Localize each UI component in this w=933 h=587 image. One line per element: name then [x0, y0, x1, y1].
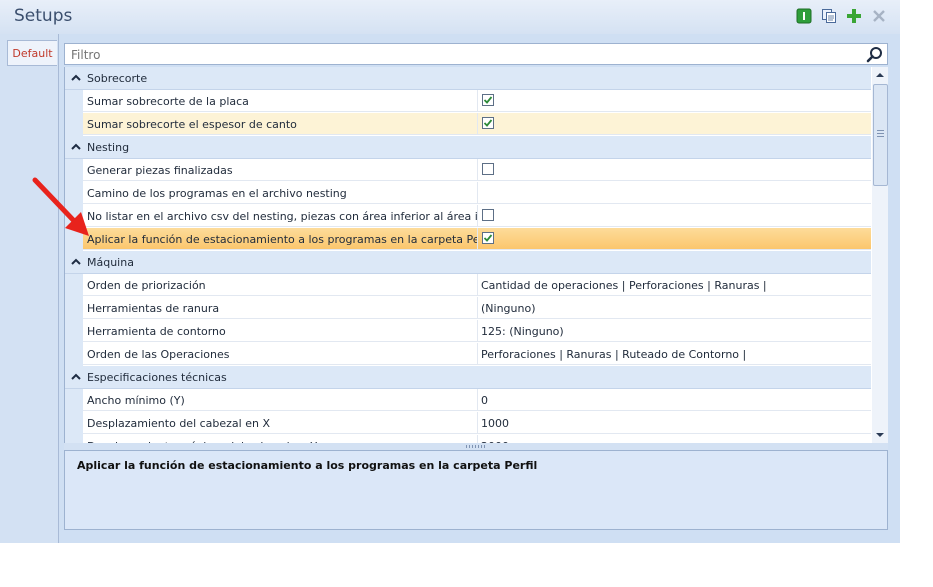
property-value[interactable]	[478, 113, 871, 135]
property-name[interactable]: Orden de priorización	[83, 274, 478, 296]
red-arrow-annotation	[32, 177, 89, 236]
search-icon[interactable]	[866, 46, 884, 64]
property-name[interactable]: Generar piezas finalizadas	[83, 159, 478, 181]
row-gutter	[65, 297, 83, 320]
chevron-up-icon[interactable]	[71, 142, 81, 152]
property-row[interactable]: Herramientas de ranura (Ninguno)	[65, 297, 871, 320]
row-gutter	[65, 389, 83, 412]
row-gutter	[65, 343, 83, 366]
property-value[interactable]	[478, 90, 871, 112]
property-value[interactable]: Perforaciones | Ranuras | Ruteado de Con…	[478, 343, 871, 365]
category-label: Máquina	[87, 256, 134, 269]
property-row[interactable]: Sumar sobrecorte de la placa	[65, 90, 871, 113]
property-name[interactable]: Camino de los programas en el archivo ne…	[83, 182, 478, 204]
category-label: Sobrecorte	[87, 72, 148, 85]
scroll-down-icon[interactable]	[872, 427, 888, 443]
property-value[interactable]	[478, 182, 871, 204]
row-gutter	[65, 412, 83, 435]
property-row[interactable]: Ancho mínimo (Y) 0	[65, 389, 871, 412]
property-row[interactable]: Sumar sobrecorte el espesor de canto	[65, 113, 871, 136]
row-gutter	[65, 320, 83, 343]
property-value[interactable]	[478, 228, 871, 250]
tab-default[interactable]: Default	[7, 40, 57, 66]
filter-input[interactable]	[69, 46, 853, 64]
scroll-up-icon[interactable]	[872, 67, 888, 83]
row-gutter	[65, 435, 83, 443]
copy-icon[interactable]	[820, 7, 838, 25]
property-name[interactable]: Orden de las Operaciones	[83, 343, 478, 365]
category-nesting: Nesting	[65, 136, 871, 159]
info-icon[interactable]	[795, 7, 813, 25]
property-row[interactable]: Generar piezas finalizadas	[65, 159, 871, 182]
chevron-up-icon[interactable]	[71, 372, 81, 382]
property-value[interactable]: 0	[478, 389, 871, 411]
property-row-selected[interactable]: Aplicar la función de estacionamiento a …	[65, 228, 871, 251]
property-value[interactable]: Cantidad de operaciones | Perforaciones …	[478, 274, 871, 296]
category-label: Nesting	[87, 141, 130, 154]
description-panel: Aplicar la función de estacionamiento a …	[64, 450, 888, 530]
property-value[interactable]	[478, 205, 871, 227]
chevron-up-icon[interactable]	[71, 257, 81, 267]
property-name[interactable]: No listar en el archivo csv del nesting,…	[83, 205, 478, 227]
description-title: Aplicar la función de estacionamiento a …	[77, 459, 538, 472]
property-value[interactable]: 2000	[478, 435, 871, 443]
vertical-scrollbar[interactable]	[872, 67, 888, 443]
category-especificaciones: Especificaciones técnicas	[65, 366, 871, 389]
property-row[interactable]: Orden de las Operaciones Perforaciones |…	[65, 343, 871, 366]
property-name[interactable]: Desplazamiento máximo del cabezal en Y	[83, 435, 478, 443]
filter-box	[64, 43, 888, 65]
checkbox[interactable]	[482, 117, 494, 129]
grip-icon	[877, 130, 884, 138]
add-icon[interactable]	[845, 7, 863, 25]
close-icon[interactable]	[870, 7, 888, 25]
row-gutter	[65, 274, 83, 297]
property-row[interactable]: Desplazamiento máximo del cabezal en Y 2…	[65, 435, 871, 443]
property-value[interactable]: (Ninguno)	[478, 297, 871, 319]
checkbox[interactable]	[482, 209, 494, 221]
setups-window: Setups Default Sobrecort	[0, 0, 900, 543]
category-label: Especificaciones técnicas	[87, 371, 227, 384]
property-row[interactable]: Orden de priorización Cantidad de operac…	[65, 274, 871, 297]
property-value[interactable]: 1000	[478, 412, 871, 434]
checkbox[interactable]	[482, 232, 494, 244]
category-maquina: Máquina	[65, 251, 871, 274]
row-gutter	[65, 113, 83, 136]
property-value[interactable]: 125: (Ninguno)	[478, 320, 871, 342]
property-name[interactable]: Sumar sobrecorte el espesor de canto	[83, 113, 478, 135]
sidebar: Default	[0, 34, 58, 543]
scrollbar-thumb[interactable]	[873, 84, 888, 186]
chevron-up-icon[interactable]	[71, 73, 81, 83]
property-value[interactable]	[478, 159, 871, 181]
window-title: Setups	[14, 6, 73, 26]
checkbox[interactable]	[482, 163, 494, 175]
property-name[interactable]: Desplazamiento del cabezal en X	[83, 412, 478, 434]
property-row[interactable]: Herramienta de contorno 125: (Ninguno)	[65, 320, 871, 343]
title-bar: Setups	[0, 0, 900, 34]
property-name[interactable]: Aplicar la función de estacionamiento a …	[83, 228, 478, 250]
grip-icon	[466, 445, 486, 448]
property-name[interactable]: Ancho mínimo (Y)	[83, 389, 478, 411]
toolbar	[795, 7, 888, 25]
row-gutter	[65, 90, 83, 113]
checkbox[interactable]	[482, 94, 494, 106]
property-name[interactable]: Herramienta de contorno	[83, 320, 478, 342]
description-splitter[interactable]	[64, 443, 888, 450]
property-name[interactable]: Sumar sobrecorte de la placa	[83, 90, 478, 112]
property-row[interactable]: Camino de los programas en el archivo ne…	[65, 182, 871, 205]
property-grid: Sobrecorte Sumar sobrecorte de la placa …	[64, 67, 872, 443]
property-name[interactable]: Herramientas de ranura	[83, 297, 478, 319]
property-row[interactable]: No listar en el archivo csv del nesting,…	[65, 205, 871, 228]
category-sobrecorte: Sobrecorte	[65, 67, 871, 90]
property-row[interactable]: Desplazamiento del cabezal en X 1000	[65, 412, 871, 435]
